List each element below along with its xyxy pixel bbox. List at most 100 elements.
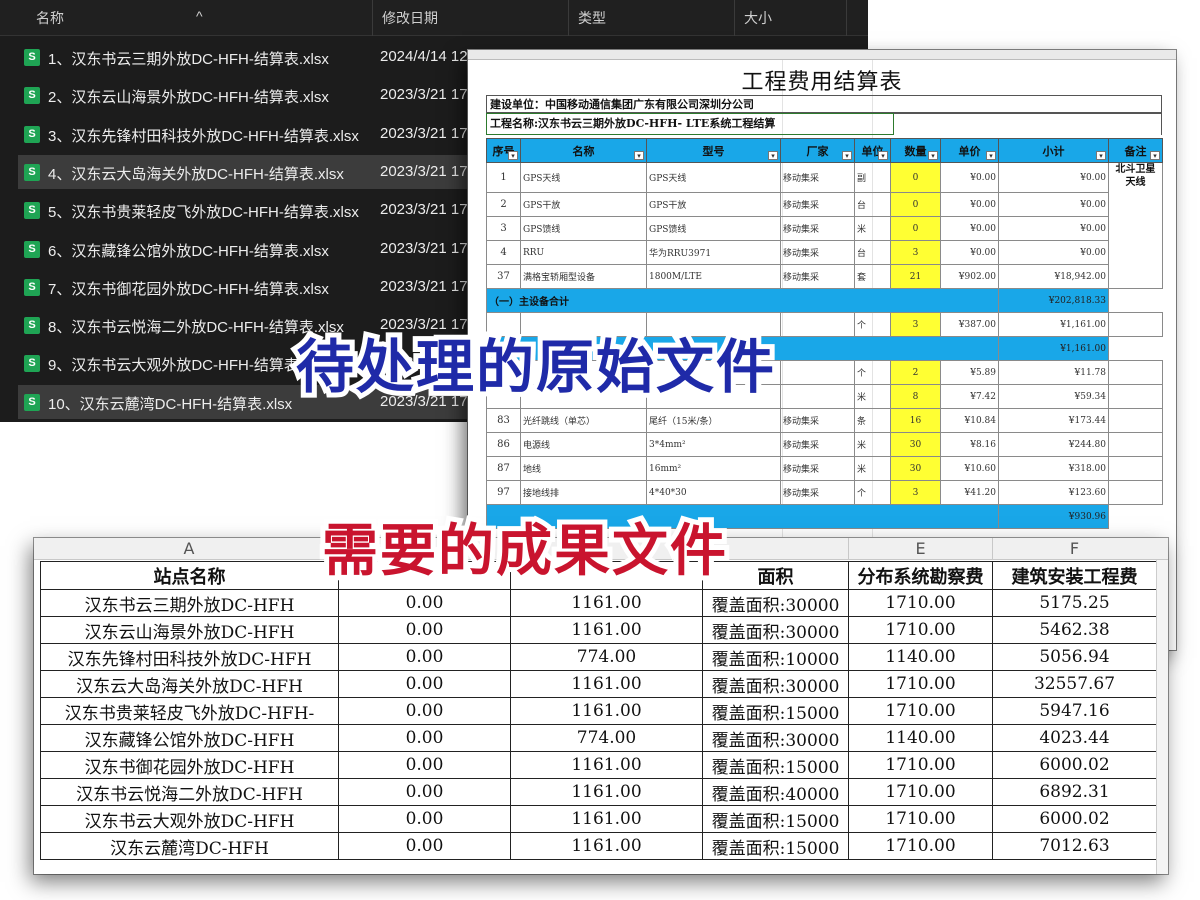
model-cell[interactable]: 16mm² <box>646 456 781 481</box>
result-cell[interactable]: 0.00 <box>338 670 511 698</box>
subtotal-value[interactable]: ¥202,818.33 <box>998 288 1109 313</box>
unit-price-cell[interactable]: ¥10.84 <box>940 408 999 433</box>
result-cell[interactable]: 0.00 <box>338 643 511 671</box>
quantity-cell[interactable]: 3 <box>890 480 941 505</box>
subtotal-cell[interactable]: ¥173.44 <box>998 408 1109 433</box>
construction-unit[interactable]: 建设单位：中国移动通信集团广东有限公司深圳分公司 <box>486 95 1162 113</box>
result-cell[interactable]: 6892.31 <box>992 778 1157 806</box>
result-cell[interactable]: 5947.16 <box>992 697 1157 725</box>
result-cell[interactable]: 1710.00 <box>848 751 993 779</box>
result-cell[interactable]: 1710.00 <box>848 670 993 698</box>
quantity-cell[interactable]: 2 <box>890 360 941 385</box>
result-cell[interactable]: 0.00 <box>338 724 511 752</box>
subtotal-value[interactable]: ¥1,161.00 <box>998 336 1109 361</box>
filter-dropdown-icon[interactable]: ▾ <box>1096 151 1106 160</box>
column-header-name[interactable]: 名称 <box>36 8 64 28</box>
result-cell[interactable]: 5462.38 <box>992 616 1157 644</box>
model-cell[interactable]: 3*4mm² <box>646 432 781 457</box>
subtotal-cell[interactable]: ¥1,161.00 <box>998 312 1109 337</box>
settlement-header-cell[interactable]: 型号 ▾ <box>646 138 781 163</box>
result-cell[interactable]: 6000.02 <box>992 805 1157 833</box>
unit-cell[interactable]: 米 <box>854 384 891 409</box>
result-cell[interactable]: 774.00 <box>510 643 703 671</box>
subtotal-cell[interactable]: ¥244.80 <box>998 432 1109 457</box>
result-cell[interactable]: 0.00 <box>338 805 511 833</box>
quantity-cell[interactable]: 3 <box>890 240 941 265</box>
result-cell[interactable]: 1710.00 <box>848 697 993 725</box>
quantity-cell[interactable]: 0 <box>890 162 941 193</box>
result-cell[interactable]: 4023.44 <box>992 724 1157 752</box>
model-cell[interactable]: 4*40*30 <box>646 480 781 505</box>
item-name-cell[interactable]: 接地线排 <box>520 480 647 505</box>
quantity-cell[interactable]: 30 <box>890 456 941 481</box>
model-cell[interactable]: 华为RRU3971 <box>646 240 781 265</box>
result-cell[interactable]: 1161.00 <box>510 589 703 617</box>
settlement-header-cell[interactable]: 小计 ▾ <box>998 138 1109 163</box>
unit-cell[interactable]: 台 <box>854 240 891 265</box>
seq-cell[interactable]: 83 <box>486 408 521 433</box>
seq-cell[interactable]: 87 <box>486 456 521 481</box>
result-cell[interactable]: 覆盖面积:15000 <box>702 697 849 725</box>
item-name-cell[interactable]: 光纤跳线（单芯） <box>520 408 647 433</box>
result-cell[interactable]: 1140.00 <box>848 643 993 671</box>
result-cell[interactable]: 1710.00 <box>848 778 993 806</box>
column-letter-a[interactable]: A <box>94 539 284 558</box>
result-cell[interactable]: 汉东云山海景外放DC-HFH <box>40 616 339 644</box>
result-cell[interactable]: 5056.94 <box>992 643 1157 671</box>
settlement-header-cell[interactable]: 数量 ▾ <box>890 138 941 163</box>
project-name-cell[interactable]: 工程名称:汉东书云三期外放DC-HFH- LTE系统工程结算 <box>486 113 894 135</box>
settlement-header-cell[interactable]: 序号 ▾ <box>486 138 521 163</box>
result-cell[interactable]: 覆盖面积:40000 <box>702 778 849 806</box>
result-cell[interactable]: 汉东云麓湾DC-HFH <box>40 832 339 860</box>
maker-cell[interactable]: 移动集采 <box>780 264 855 289</box>
result-cell[interactable]: 0.00 <box>338 751 511 779</box>
result-cell[interactable]: 774.00 <box>510 724 703 752</box>
maker-cell[interactable]: 移动集采 <box>780 240 855 265</box>
maker-cell[interactable]: 移动集采 <box>780 456 855 481</box>
unit-price-cell[interactable]: ¥8.16 <box>940 432 999 457</box>
result-cell[interactable]: 覆盖面积:30000 <box>702 670 849 698</box>
unit-price-cell[interactable]: ¥7.42 <box>940 384 999 409</box>
maker-cell[interactable] <box>780 360 855 385</box>
seq-cell[interactable]: 3 <box>486 216 521 241</box>
unit-price-cell[interactable]: ¥5.89 <box>940 360 999 385</box>
result-cell[interactable]: 汉东藏锋公馆外放DC-HFH <box>40 724 339 752</box>
result-cell[interactable]: 覆盖面积:15000 <box>702 832 849 860</box>
unit-cell[interactable]: 条 <box>854 408 891 433</box>
model-cell[interactable]: GPS馈线 <box>646 216 781 241</box>
result-cell[interactable]: 1161.00 <box>510 751 703 779</box>
maker-cell[interactable]: 移动集采 <box>780 216 855 241</box>
subtotal-label[interactable]: （一）主设备合计 <box>486 288 999 313</box>
filter-dropdown-icon[interactable]: ▾ <box>634 151 644 160</box>
item-name-cell[interactable]: 电源线 <box>520 432 647 457</box>
filter-dropdown-icon[interactable]: ▾ <box>508 151 518 160</box>
unit-cell[interactable]: 米 <box>854 216 891 241</box>
subtotal-cell[interactable]: ¥318.00 <box>998 456 1109 481</box>
unit-cell[interactable]: 个 <box>854 360 891 385</box>
subtotal-cell[interactable]: ¥123.60 <box>998 480 1109 505</box>
settlement-header-cell[interactable]: 单位 ▾ <box>854 138 891 163</box>
unit-cell[interactable]: 个 <box>854 312 891 337</box>
seq-cell[interactable]: 37 <box>486 264 521 289</box>
result-cell[interactable]: 汉东书云悦海二外放DC-HFH <box>40 778 339 806</box>
unit-price-cell[interactable]: ¥387.00 <box>940 312 999 337</box>
column-header-type[interactable]: 类型 <box>578 8 606 28</box>
maker-cell[interactable]: 移动集采 <box>780 432 855 457</box>
result-cell[interactable]: 汉东书云大观外放DC-HFH <box>40 805 339 833</box>
result-cell[interactable]: 汉东书贵莱轻皮飞外放DC-HFH- <box>40 697 339 725</box>
seq-cell[interactable]: 97 <box>486 480 521 505</box>
result-header-cell[interactable]: 站点名称 <box>40 561 339 590</box>
result-cell[interactable]: 汉东云大岛海关外放DC-HFH <box>40 670 339 698</box>
filter-dropdown-icon[interactable]: ▾ <box>842 151 852 160</box>
unit-price-cell[interactable]: ¥0.00 <box>940 240 999 265</box>
seq-cell[interactable]: 4 <box>486 240 521 265</box>
result-cell[interactable]: 0.00 <box>338 697 511 725</box>
result-cell[interactable]: 1140.00 <box>848 724 993 752</box>
quantity-cell[interactable]: 3 <box>890 312 941 337</box>
result-cell[interactable]: 汉东书御花园外放DC-HFH <box>40 751 339 779</box>
maker-cell[interactable]: 移动集采 <box>780 192 855 217</box>
filter-dropdown-icon[interactable]: ▾ <box>878 151 888 160</box>
subtotal-cell[interactable]: ¥0.00 <box>998 240 1109 265</box>
unit-cell[interactable]: 个 <box>854 480 891 505</box>
quantity-cell[interactable]: 16 <box>890 408 941 433</box>
